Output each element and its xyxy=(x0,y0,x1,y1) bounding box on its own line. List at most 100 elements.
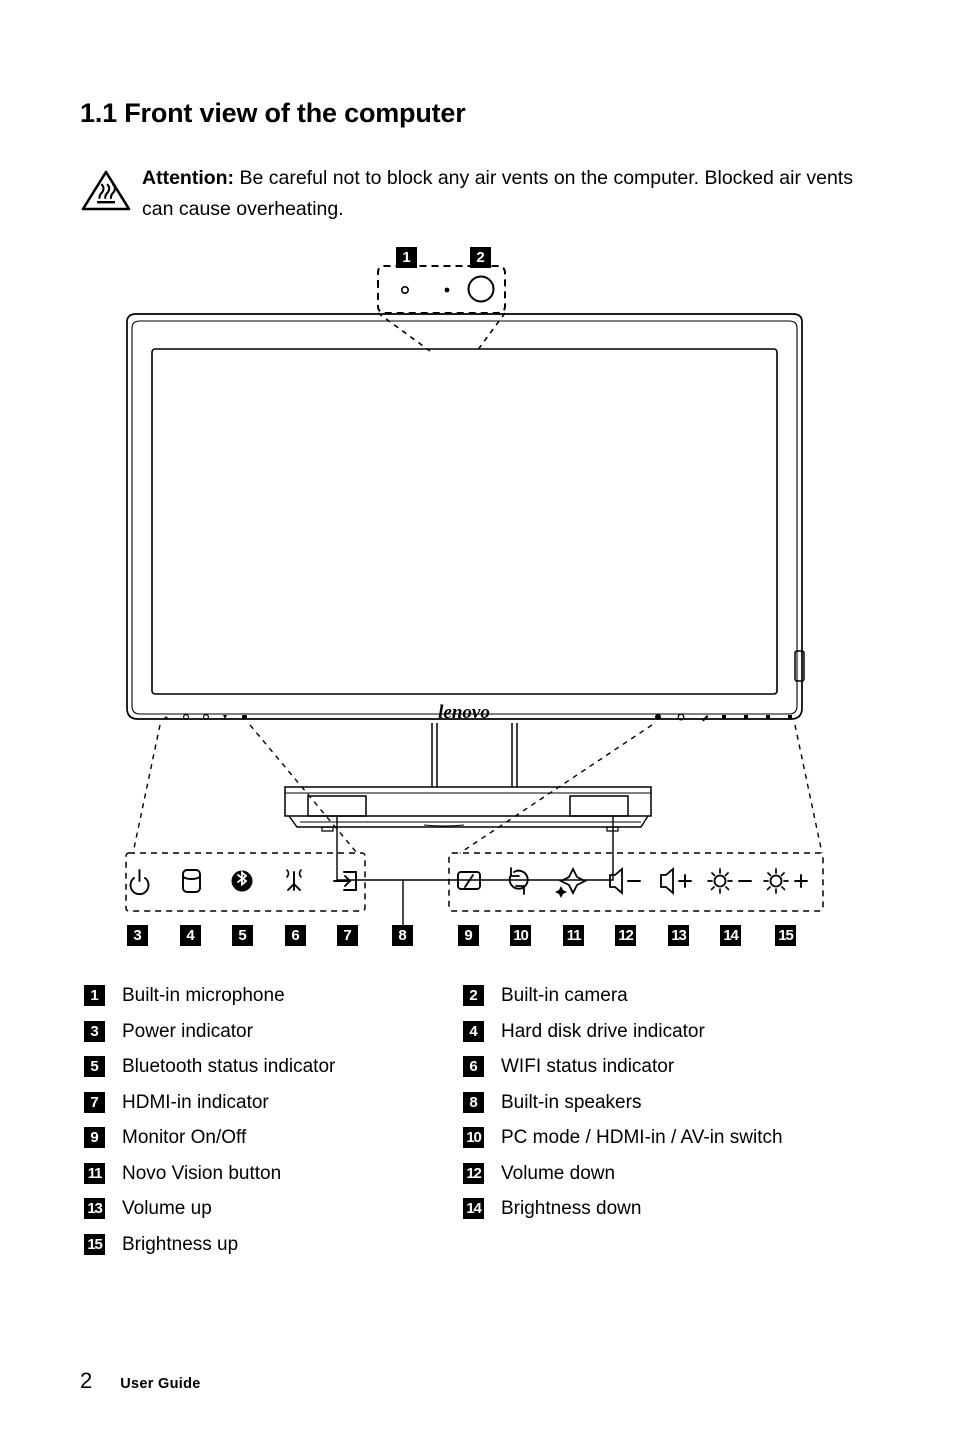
page-footer: 2 User Guide xyxy=(80,1368,201,1394)
legend-item-5: 5 Bluetooth status indicator xyxy=(84,1056,335,1077)
legend-row: 11 Novo Vision button 12 Volume down xyxy=(84,1162,884,1199)
legend-row: 13 Volume up 14 Brightness down xyxy=(84,1198,884,1234)
legend-badge: 1 xyxy=(84,985,105,1006)
attention-body: Be careful not to block any air vents on… xyxy=(142,167,853,220)
art-badge-4: 4 xyxy=(180,925,201,946)
legend-label: PC mode / HDMI-in / AV-in switch xyxy=(501,1127,783,1148)
legend-badge: 11 xyxy=(84,1162,105,1184)
hot-surface-warning-icon xyxy=(81,170,131,211)
legend-label: Built-in camera xyxy=(501,985,628,1006)
mode-switch-icon xyxy=(508,867,529,895)
legend-row: 3 Power indicator 4 Hard disk drive indi… xyxy=(84,1020,884,1057)
legend-item-15: 15 Brightness up xyxy=(84,1233,239,1255)
legend-badge: 10 xyxy=(463,1127,484,1148)
legend-row: 9 Monitor On/Off 10 PC mode / HDMI-in / … xyxy=(84,1127,884,1163)
speaker-grille-right xyxy=(569,795,629,817)
power-icon xyxy=(129,869,150,896)
legend-item-2: 2 Built-in camera xyxy=(463,985,628,1006)
legend-badge: 14 xyxy=(463,1198,484,1219)
art-badge-6: 6 xyxy=(285,925,306,946)
legend-label: Novo Vision button xyxy=(122,1162,282,1184)
legend-item-7: 7 HDMI-in indicator xyxy=(84,1091,269,1113)
attention-label: Attention: xyxy=(142,167,235,189)
microphone-detail-dot xyxy=(444,287,450,293)
brightness-down-icon xyxy=(707,868,752,894)
legend-label: Monitor On/Off xyxy=(122,1127,247,1148)
hard-disk-icon xyxy=(182,869,201,893)
legend-label: Bluetooth status indicator xyxy=(122,1056,336,1077)
volume-down-icon xyxy=(609,867,641,895)
legend-item-4: 4 Hard disk drive indicator xyxy=(463,1020,705,1042)
art-badge-3: 3 xyxy=(127,925,148,946)
legend-badge: 3 xyxy=(84,1020,105,1042)
legend-item-6: 6 WIFI status indicator xyxy=(463,1056,674,1077)
right-control-group-box xyxy=(448,852,824,912)
monitor-base xyxy=(284,786,652,832)
legend-item-9: 9 Monitor On/Off xyxy=(84,1127,246,1148)
art-badge-15: 15 xyxy=(775,925,796,946)
legend-label: HDMI-in indicator xyxy=(122,1091,269,1113)
legend-label: Volume down xyxy=(501,1162,616,1184)
art-badge-2: 2 xyxy=(470,247,491,268)
page-title: 1.1 Front view of the computer xyxy=(80,98,466,128)
art-badge-11: 11 xyxy=(563,925,584,946)
art-badge-5: 5 xyxy=(232,925,253,946)
legend-item-8: 8 Built-in speakers xyxy=(463,1091,642,1113)
legend-label: Brightness down xyxy=(501,1198,642,1219)
art-badge-7: 7 xyxy=(337,925,358,946)
legend-item-13: 13 Volume up xyxy=(84,1198,212,1219)
legend-badge: 6 xyxy=(463,1056,484,1077)
art-badge-13: 13 xyxy=(668,925,689,946)
legend-badge: 5 xyxy=(84,1056,105,1077)
legend-badge: 15 xyxy=(84,1233,105,1255)
legend-badge: 2 xyxy=(463,985,484,1006)
legend-badge: 8 xyxy=(463,1091,484,1113)
bluetooth-icon xyxy=(231,870,253,892)
footer-label: User Guide xyxy=(120,1376,201,1392)
legend-row: 15 Brightness up xyxy=(84,1233,884,1270)
legend-badge: 4 xyxy=(463,1020,484,1042)
legend-badge: 12 xyxy=(463,1162,484,1184)
brightness-up-icon xyxy=(763,868,808,894)
camera-detail-icon xyxy=(467,275,495,303)
attention-text: Attention: Be careful not to block any a… xyxy=(142,163,870,225)
art-badge-14: 14 xyxy=(720,925,741,946)
legend-label: Hard disk drive indicator xyxy=(501,1020,705,1042)
speaker-grille-left xyxy=(307,795,367,817)
screen-area xyxy=(151,348,778,695)
art-badge-1: 1 xyxy=(396,247,417,268)
right-group-leader-lines xyxy=(459,724,823,854)
legend-row: 7 HDMI-in indicator 8 Built-in speakers xyxy=(84,1091,884,1128)
legend-item-12: 12 Volume down xyxy=(463,1162,616,1184)
legend-list: 1 Built-in microphone 2 Built-in camera … xyxy=(84,985,884,1269)
volume-up-icon xyxy=(660,867,692,895)
art-badge-10: 10 xyxy=(510,925,531,946)
footer-page-number: 2 xyxy=(80,1368,93,1393)
legend-item-14: 14 Brightness down xyxy=(463,1198,641,1219)
top-detail-callout xyxy=(377,265,506,352)
legend-label: WIFI status indicator xyxy=(501,1056,675,1077)
legend-label: Built-in microphone xyxy=(122,985,285,1006)
bezel-touch-glyphs xyxy=(655,713,792,722)
legend-label: Brightness up xyxy=(122,1233,239,1255)
legend-item-10: 10 PC mode / HDMI-in / AV-in switch xyxy=(463,1127,783,1148)
legend-item-1: 1 Built-in microphone xyxy=(84,985,285,1006)
monitor-bezel xyxy=(126,313,803,720)
legend-label: Built-in speakers xyxy=(501,1091,642,1113)
legend-label: Power indicator xyxy=(122,1020,253,1042)
legend-label: Volume up xyxy=(122,1198,212,1219)
legend-badge: 9 xyxy=(84,1127,105,1148)
wifi-icon xyxy=(286,869,302,891)
front-view-illustration: lenovo xyxy=(125,265,824,926)
legend-row: 1 Built-in microphone 2 Built-in camera xyxy=(84,985,884,1021)
legend-item-11: 11 Novo Vision button xyxy=(84,1162,282,1184)
art-badge-9: 9 xyxy=(458,925,479,946)
legend-badge: 13 xyxy=(84,1198,105,1219)
left-group-leader-lines xyxy=(132,724,358,854)
legend-row: 5 Bluetooth status indicator 6 WIFI stat… xyxy=(84,1056,884,1092)
novo-vision-icon xyxy=(555,866,588,898)
brand-logo: lenovo xyxy=(438,702,490,723)
monitor-stand-neck xyxy=(431,723,518,787)
manual-page: 1.1 Front view of the computer Attention… xyxy=(0,0,954,1452)
art-badge-12: 12 xyxy=(615,925,636,946)
